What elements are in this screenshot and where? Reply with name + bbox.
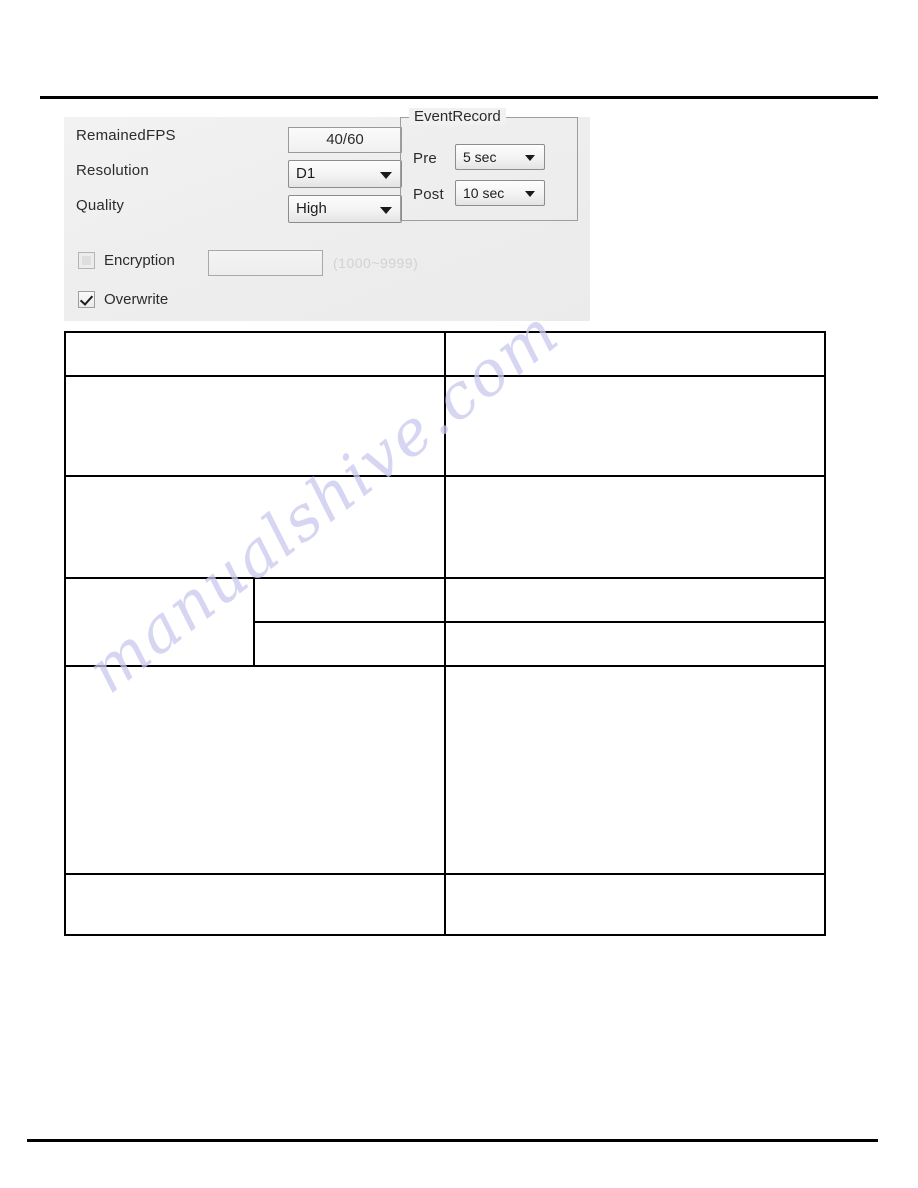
pre-label: Pre [413,150,437,167]
table-cell-subterm [253,621,446,667]
table-row [63,577,827,667]
table-cell-term [64,375,446,477]
post-value: 10 sec [463,185,505,201]
footer-rule [27,1139,878,1142]
quality-label: Quality [76,197,125,214]
event-record-group: EventRecord Pre 5 sec Post 10 sec [400,108,578,221]
encryption-range-hint: (1000~9999) [333,255,419,271]
quality-row: Quality High [76,195,402,223]
resolution-row: Resolution D1 [76,160,402,188]
resolution-value: D1 [296,165,316,182]
chevron-down-icon [525,155,535,161]
table-cell-subterm [253,577,446,623]
table-cell-description [443,665,827,875]
post-label: Post [413,186,444,203]
encryption-checkbox[interactable] [78,252,95,269]
table-cell-description [443,375,827,477]
table-row [64,475,827,579]
table-cell-description [443,475,827,579]
remained-fps-label: RemainedFPS [76,127,176,144]
resolution-dropdown[interactable]: D1 [288,160,402,188]
chevron-down-icon [525,191,535,197]
overwrite-row: Overwrite [78,291,318,308]
resolution-label: Resolution [76,162,149,179]
table-row [64,331,827,377]
remained-fps-row: RemainedFPS 40/60 [76,127,402,153]
table-cell-description [443,577,827,623]
encryption-row: Encryption (1000~9999) [78,250,458,276]
pre-dropdown[interactable]: 5 sec [455,144,545,170]
table-cell-term [64,331,446,377]
chevron-down-icon [380,207,392,214]
specification-table-body [63,331,827,936]
table-cell-term-group [63,577,256,667]
quality-dropdown[interactable]: High [288,195,402,223]
encryption-password-input[interactable] [208,250,323,276]
header-rule [40,96,878,99]
encryption-label: Encryption [104,252,175,269]
table-row [64,665,827,875]
quality-value: High [296,200,327,217]
table-cell-description [443,331,827,377]
remained-fps-value: 40/60 [288,127,402,153]
table-cell-description [443,873,827,936]
overwrite-label: Overwrite [104,291,169,308]
table-cell-description [443,621,827,667]
table-cell-term [64,665,446,875]
table-row [64,375,827,477]
record-setup-panel: RemainedFPS 40/60 Resolution D1 Quality … [64,108,590,321]
table-row [64,873,827,936]
chevron-down-icon [380,172,392,179]
pre-value: 5 sec [463,149,497,165]
post-dropdown[interactable]: 10 sec [455,180,545,206]
event-record-group-title: EventRecord [409,108,506,125]
table-cell-term [64,475,446,579]
table-cell-term [64,873,446,936]
overwrite-checkbox[interactable] [78,291,95,308]
specification-table [63,331,827,936]
